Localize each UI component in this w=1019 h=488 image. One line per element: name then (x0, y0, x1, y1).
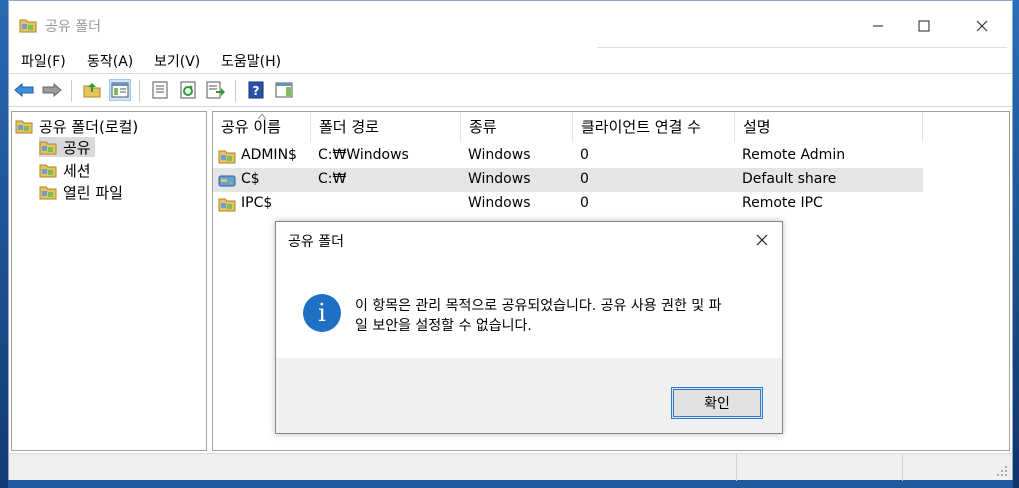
folder-path: C:₩Windows (318, 147, 409, 163)
status-divider (736, 454, 737, 481)
shared-folder-icon (19, 19, 37, 33)
share-type: Windows (468, 171, 531, 187)
menu-view[interactable]: 보기(V) (154, 51, 200, 71)
title-bar: 공유 폴더 (9, 1, 1012, 47)
up-folder-icon (83, 83, 101, 98)
tree-root-label: 공유 폴더(로컬) (39, 117, 139, 136)
shared-folder-icon (218, 198, 236, 212)
show-hide-tree-icon (111, 82, 129, 98)
minimize-button[interactable] (855, 11, 901, 41)
minimize-icon (873, 25, 883, 27)
share-type: Windows (468, 195, 531, 211)
svg-text:?: ? (253, 84, 260, 98)
table-row[interactable]: IPC$ Windows 0 Remote IPC (213, 192, 923, 216)
shared-folder-icon (39, 186, 57, 200)
back-arrow-icon (14, 83, 34, 97)
share-description: Default share (742, 171, 837, 187)
client-count: 0 (580, 171, 589, 187)
tree-item-label: 공유 (63, 138, 91, 157)
status-divider (902, 454, 903, 481)
back-button[interactable] (13, 79, 35, 101)
close-window-button[interactable] (959, 11, 1005, 41)
client-count: 0 (580, 195, 589, 211)
column-header-client-connections[interactable]: 클라이언트 연결 수 (573, 112, 735, 142)
show-hide-action-pane-icon (275, 82, 293, 98)
table-row[interactable]: ADMIN$ C:₩Windows Windows 0 Remote Admin (213, 144, 923, 168)
info-dialog: 공유 폴더 i 이 항목은 관리 목적으로 공유되었습니다. 공유 사용 권한 … (275, 221, 783, 434)
ok-button[interactable]: 확인 (671, 387, 763, 419)
tree-item-shares[interactable]: 공유 (39, 137, 95, 157)
info-icon: i (303, 294, 341, 332)
dialog-title: 공유 폴더 (288, 234, 344, 250)
tree-root-shared-folders[interactable]: 공유 폴더(로컬) (15, 116, 138, 136)
share-name: IPC$ (241, 195, 273, 211)
forward-button[interactable] (41, 79, 63, 101)
properties-icon (152, 81, 168, 99)
column-header-label: 종류 (469, 118, 497, 136)
column-header-share-name[interactable]: 공유 이름 (213, 112, 311, 142)
column-header-label: 클라이언트 연결 수 (581, 118, 701, 136)
toolbar: ? (9, 73, 1012, 107)
column-header-folder-path[interactable]: 폴더 경로 (311, 112, 461, 142)
dialog-message: 이 항목은 관리 목적으로 공유되었습니다. 공유 사용 권한 및 파 일 보안… (355, 296, 755, 336)
share-name: ADMIN$ (241, 147, 297, 163)
desktop-background-left (0, 0, 8, 488)
folder-path: C:₩ (318, 171, 347, 187)
share-description: Remote Admin (742, 147, 846, 163)
help-button[interactable]: ? (245, 79, 267, 101)
menu-bar: 파일(F) 동작(A) 보기(V) 도움말(H) (9, 47, 1012, 73)
tree-item-sessions[interactable]: 세션 (39, 160, 91, 180)
export-list-icon (206, 81, 225, 99)
column-header-type[interactable]: 종류 (461, 112, 573, 142)
column-header-label: 공유 이름 (221, 118, 281, 136)
refresh-icon (180, 81, 196, 99)
dialog-close-button[interactable] (754, 232, 770, 248)
refresh-button[interactable] (177, 79, 199, 101)
console-tree: 공유 폴더(로컬) 공유 세션 열린 파일 (11, 111, 207, 451)
dialog-message-line: 일 보안을 설정할 수 없습니다. (355, 318, 532, 334)
dialog-content-area: 공유 폴더 i 이 항목은 관리 목적으로 공유되었습니다. 공유 사용 권한 … (276, 222, 782, 358)
table-row[interactable]: C$ C:₩ Windows 0 Default share (213, 168, 923, 192)
tree-item-open-files[interactable]: 열린 파일 (39, 182, 123, 202)
tree-item-label: 세션 (63, 161, 91, 180)
drive-share-icon (218, 175, 236, 187)
share-name: C$ (241, 171, 260, 187)
toolbar-separator (139, 80, 140, 102)
menu-action[interactable]: 동작(A) (87, 51, 133, 71)
show-hide-tree-button[interactable] (109, 79, 131, 101)
dialog-message-line: 이 항목은 관리 목적으로 공유되었습니다. 공유 사용 권한 및 파 (355, 298, 722, 314)
toolbar-separator (235, 80, 236, 102)
client-count: 0 (580, 147, 589, 163)
forward-arrow-icon (42, 83, 62, 97)
share-type: Windows (468, 147, 531, 163)
show-hide-action-pane-button[interactable] (273, 79, 295, 101)
desktop-background-right (1013, 0, 1019, 488)
column-header-label: 폴더 경로 (319, 118, 379, 136)
shared-folder-icon (15, 120, 33, 134)
up-level-button[interactable] (81, 79, 103, 101)
export-list-button[interactable] (205, 79, 227, 101)
shared-folder-icon (218, 150, 236, 164)
menu-file[interactable]: 파일(F) (21, 51, 66, 71)
menu-help[interactable]: 도움말(H) (221, 51, 281, 71)
close-icon (976, 20, 988, 32)
toolbar-separator (71, 80, 72, 102)
maximize-button[interactable] (901, 11, 947, 41)
close-icon (756, 234, 768, 246)
resize-grip-icon (997, 466, 1007, 476)
properties-button[interactable] (149, 79, 171, 101)
sort-ascending-icon (258, 114, 266, 119)
column-header-label: 설명 (743, 118, 771, 136)
column-header-description[interactable]: 설명 (735, 112, 923, 142)
maximize-icon (918, 20, 930, 32)
status-bar (9, 453, 1012, 481)
shared-folder-icon (39, 164, 57, 178)
tree-item-label: 열린 파일 (63, 183, 123, 202)
share-description: Remote IPC (742, 195, 823, 211)
help-icon: ? (248, 81, 264, 99)
window-title: 공유 폴더 (45, 19, 101, 35)
shared-folder-icon (39, 141, 57, 155)
